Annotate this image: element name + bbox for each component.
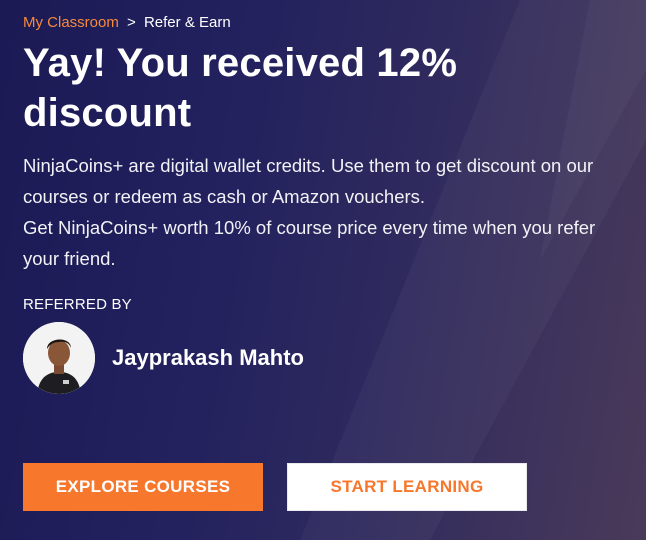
avatar: [23, 322, 95, 394]
referrer-card: Jayprakash Mahto: [23, 322, 304, 394]
referred-by-label: REFERRED BY: [23, 296, 132, 313]
referrer-name: Jayprakash Mahto: [112, 345, 304, 370]
start-learning-label: START LEARNING: [330, 477, 484, 496]
breadcrumb-current-page: Refer & Earn: [143, 14, 231, 31]
explore-courses-button[interactable]: EXPLORE COURSES: [23, 463, 263, 511]
page-title: Yay! You received 12% discount: [23, 41, 458, 135]
breadcrumb-link-my-classroom[interactable]: My Classroom: [23, 14, 119, 31]
start-learning-button[interactable]: START LEARNING: [287, 463, 527, 511]
explore-courses-label: EXPLORE COURSES: [55, 477, 231, 496]
person-avatar-icon: [23, 322, 95, 394]
description: NinjaCoins+ are digital wallet credits. …: [23, 150, 633, 274]
description-line-referral: Get NinjaCoins+ worth 10% of course pric…: [23, 217, 596, 269]
breadcrumb: My Classroom > Refer & Earn: [23, 14, 231, 32]
breadcrumb-separator: >: [127, 14, 136, 31]
description-line-wallet: NinjaCoins+ are digital wallet credits. …: [23, 155, 594, 207]
